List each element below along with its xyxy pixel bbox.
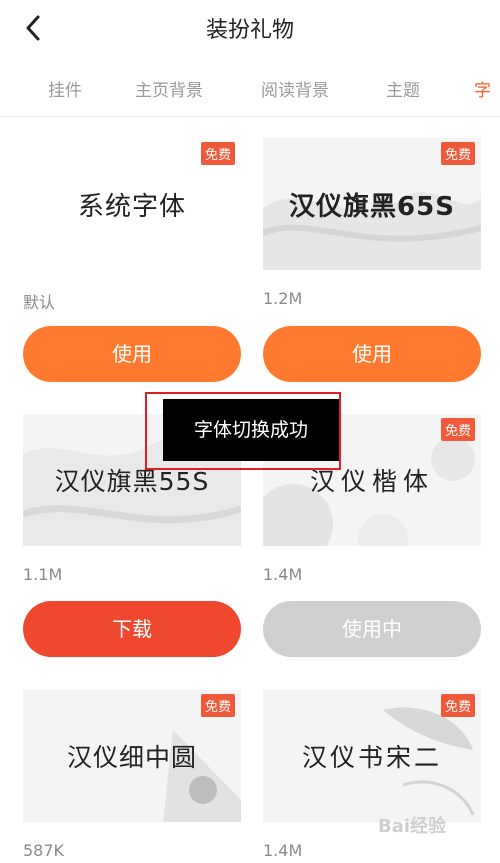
font-size-label: 1.4M [263,841,303,860]
font-preview-card-xizhongyuan[interactable]: 汉仪细中圆 免费 [23,690,241,822]
tab-reading-background[interactable]: 阅读背景 [261,76,329,101]
in-use-button[interactable]: 使用中 [263,601,481,657]
font-preview-card-system[interactable]: 系统字体 免费 [23,138,241,270]
font-preview-name: 汉仪旗黑65S [289,192,455,222]
category-tabs: 挂件 主页背景 阅读背景 主题 字 [0,64,500,112]
toast-message: 字体切换成功 [163,399,339,461]
tab-homepage-background[interactable]: 主页背景 [135,76,203,101]
watermark-logo: Bai经验 [378,816,447,837]
use-button[interactable]: 使用 [23,326,241,382]
free-badge: 免费 [440,694,475,717]
font-size-label: 默认 [23,293,56,312]
font-size-label: 1.4M [263,565,303,584]
tab-font[interactable]: 字 [474,76,500,101]
font-preview-card-qihei65s[interactable]: 汉仪旗黑65S 免费 [263,138,481,270]
font-size-label: 1.2M [263,289,303,308]
font-preview-name: 汉仪书宋二 [301,743,442,772]
use-button[interactable]: 使用 [263,326,481,382]
font-preview-card-shusong2[interactable]: 汉仪书宋二 免费 [263,690,481,822]
tab-theme[interactable]: 主题 [386,76,420,101]
font-preview-name: 汉仪细中圆 [66,743,197,772]
tab-pendant[interactable]: 挂件 [48,76,82,101]
font-size-label: 587K [23,841,65,860]
free-badge: 免费 [200,694,235,717]
free-badge: 免费 [440,418,475,441]
page-title: 装扮礼物 [205,18,294,43]
free-badge: 免费 [200,142,235,165]
font-preview-name: 系统字体 [77,192,186,222]
tabs-divider [0,116,500,117]
font-size-label: 1.1M [23,565,63,584]
download-button[interactable]: 下载 [23,601,241,657]
free-badge: 免费 [440,142,475,165]
top-bar: 装扮礼物 [0,0,500,56]
